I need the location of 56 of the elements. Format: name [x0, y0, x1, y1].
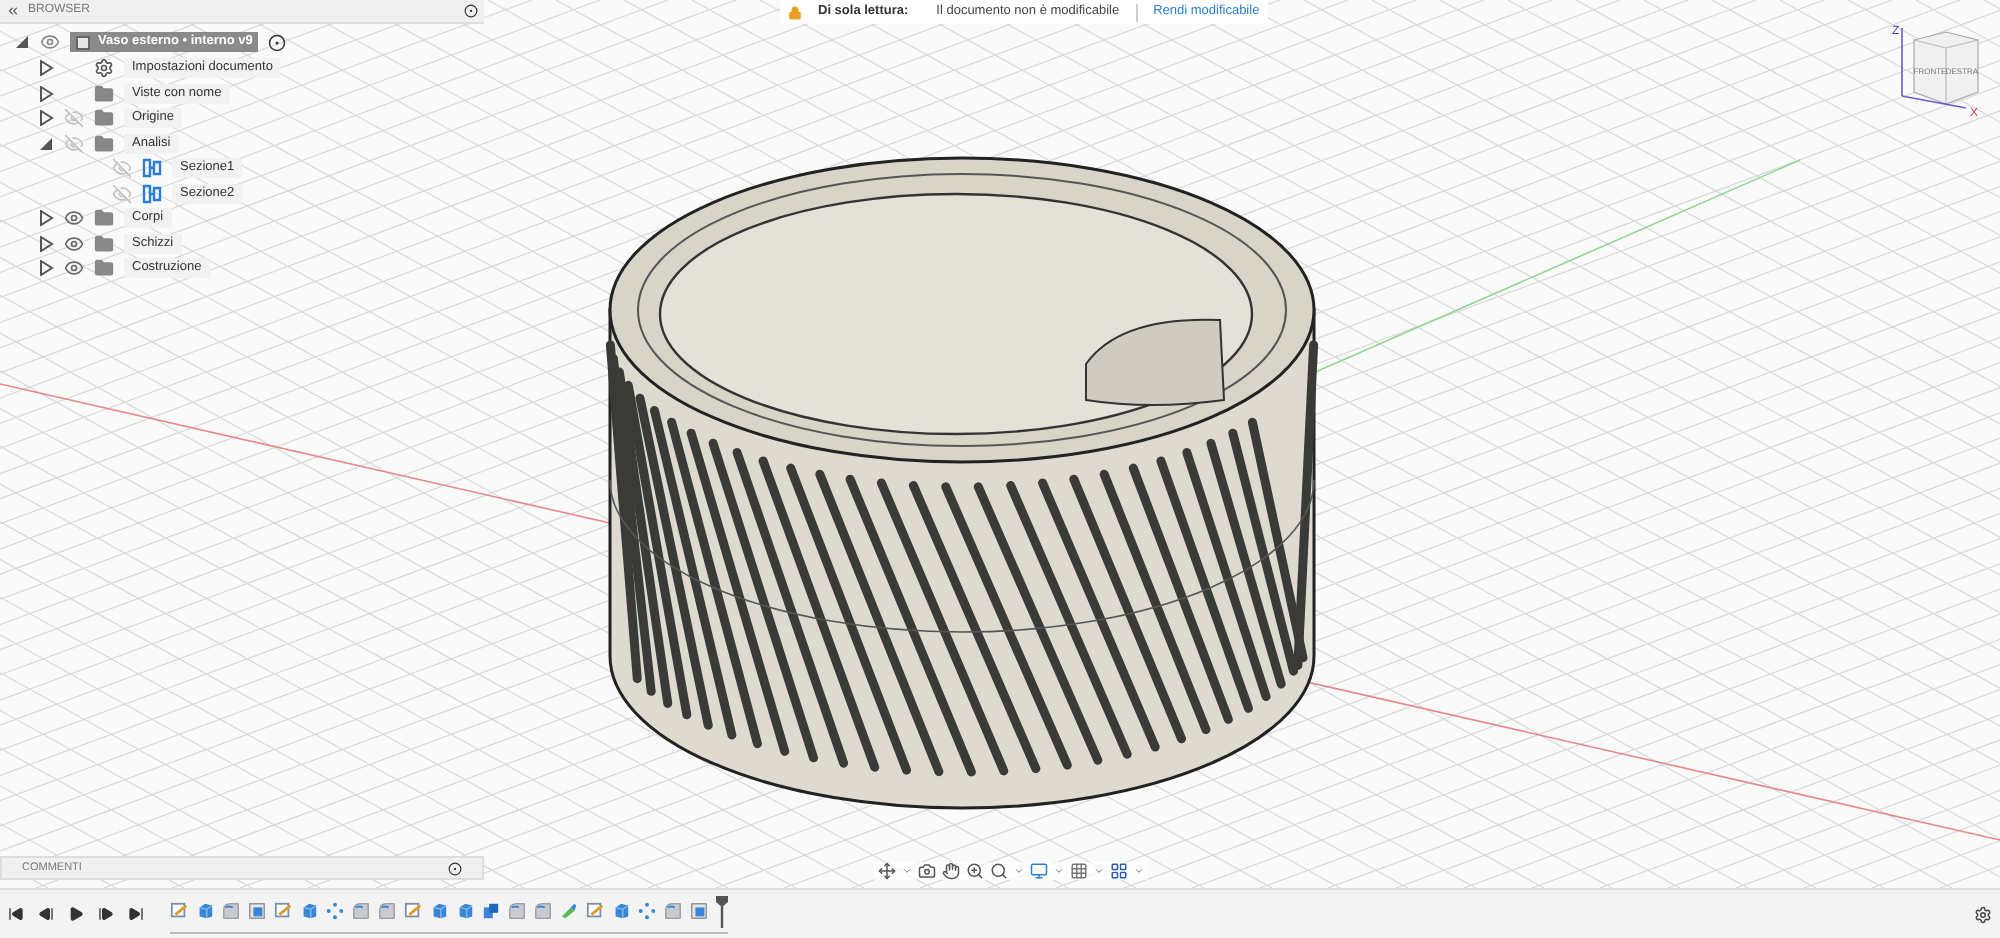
display-icon[interactable]	[1030, 862, 1048, 880]
step-forward-icon[interactable]	[98, 906, 114, 922]
combine-feature-icon[interactable]	[482, 902, 500, 920]
fillet-feature-icon[interactable]	[534, 902, 552, 920]
play-icon[interactable]	[68, 906, 84, 922]
collapse-icon[interactable]	[6, 4, 20, 18]
skip-back-icon[interactable]	[8, 906, 24, 922]
folder-icon	[94, 208, 114, 229]
fillet-feature-icon[interactable]	[222, 902, 240, 920]
grid-icon[interactable]	[1070, 862, 1088, 880]
paint-feature-icon[interactable]	[560, 902, 578, 920]
expanded-triangle-icon[interactable]	[38, 135, 54, 152]
gear-icon	[94, 58, 114, 79]
fillet-feature-icon[interactable]	[664, 902, 682, 920]
eye-icon[interactable]	[64, 258, 84, 279]
pan-icon[interactable]	[942, 862, 960, 880]
sketch-feature-icon[interactable]	[274, 902, 292, 920]
extrude-feature-icon[interactable]	[456, 902, 474, 920]
eye-icon[interactable]	[40, 32, 60, 52]
step-back-icon[interactable]	[38, 906, 54, 922]
extrude-feature-icon[interactable]	[612, 902, 630, 920]
sketch-feature-icon[interactable]	[586, 902, 604, 920]
timeline-marker-icon[interactable]	[716, 895, 728, 927]
eye-icon[interactable]	[64, 208, 84, 229]
extrude-feature-icon[interactable]	[300, 902, 318, 920]
sketch-feature-icon[interactable]	[170, 902, 188, 920]
caret-icon[interactable]	[1014, 866, 1024, 876]
sketch-feature-icon[interactable]	[404, 902, 422, 920]
fillet-feature-icon[interactable]	[352, 902, 370, 920]
folder-icon	[94, 233, 114, 254]
panel-pin-icon[interactable]	[464, 4, 478, 18]
caret-icon[interactable]	[1054, 866, 1064, 876]
settings-icon[interactable]	[1974, 905, 1992, 923]
circular-pattern-feature-icon[interactable]	[326, 902, 344, 920]
skip-forward-icon[interactable]	[128, 906, 144, 922]
lock-icon	[788, 5, 802, 19]
expanded-triangle-icon[interactable]	[14, 34, 30, 50]
panel-pin-icon[interactable]	[448, 861, 462, 875]
fillet-feature-icon[interactable]	[378, 902, 396, 920]
caret-icon[interactable]	[1134, 866, 1144, 876]
folder-icon	[94, 133, 114, 154]
extrude-feature-icon[interactable]	[196, 902, 214, 920]
extrude-feature-icon[interactable]	[430, 902, 448, 920]
fillet-feature-icon[interactable]	[508, 902, 526, 920]
section-feature-icon[interactable]	[248, 902, 266, 920]
circular-pattern-feature-icon[interactable]	[638, 902, 656, 920]
zoom-icon[interactable]	[966, 862, 984, 880]
section-icon	[142, 183, 162, 204]
section-feature-icon[interactable]	[690, 902, 708, 920]
caret-icon[interactable]	[902, 866, 912, 876]
section-icon	[142, 158, 162, 179]
folder-icon	[94, 83, 114, 104]
caret-icon[interactable]	[1094, 866, 1104, 876]
folder-icon	[94, 258, 114, 279]
folder-icon	[94, 108, 114, 129]
eye-icon[interactable]	[64, 233, 84, 254]
